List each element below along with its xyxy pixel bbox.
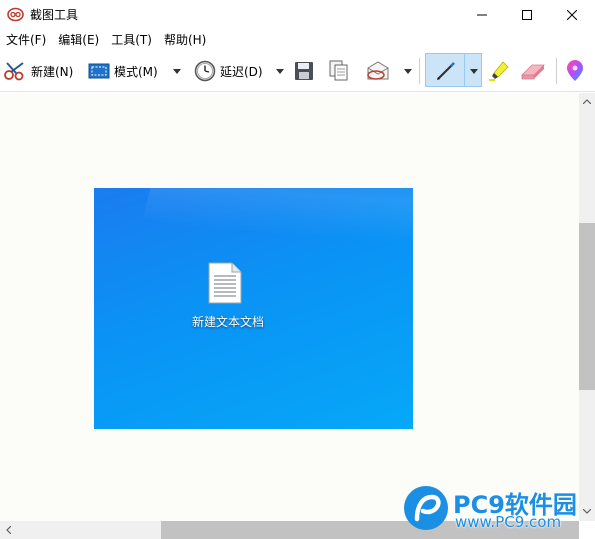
toolbar-separator-2 — [556, 58, 557, 84]
pen-icon — [437, 62, 455, 80]
delay-dropdown-arrow[interactable] — [274, 50, 286, 92]
snip-canvas[interactable]: 新建文本文档 — [0, 93, 579, 521]
paint3d-button[interactable] — [565, 50, 585, 92]
window-title: 截图工具 — [30, 8, 79, 22]
pen-tool-icon-wrap — [434, 50, 458, 92]
text-document-icon — [208, 262, 242, 304]
delay-label: 延迟(D) — [220, 64, 263, 79]
scissors-icon — [4, 62, 24, 81]
toolbar-separator — [419, 58, 420, 84]
mode-dropdown-arrow[interactable] — [171, 50, 183, 92]
new-snip-button[interactable]: 新建(N) — [3, 50, 73, 92]
pc9-logo-icon — [404, 486, 448, 530]
scroll-up-button[interactable] — [579, 93, 595, 109]
chevron-down-icon — [470, 68, 478, 74]
close-button[interactable] — [549, 0, 595, 30]
new-snip-label: 新建(N) — [31, 64, 74, 79]
copy-button[interactable] — [329, 50, 349, 92]
toolbar: 新建(N) 模式(M) 延迟(D) — [0, 50, 595, 92]
highlighter-button[interactable] — [487, 50, 511, 92]
maximize-icon — [522, 10, 532, 20]
minimize-button[interactable] — [459, 0, 505, 30]
eraser-icon — [521, 64, 545, 80]
vertical-scroll-thumb[interactable] — [579, 223, 595, 390]
paint3d-icon — [567, 60, 583, 81]
close-icon — [567, 10, 577, 20]
send-email-icon — [367, 61, 389, 80]
menu-help[interactable]: 帮助(H) — [158, 30, 212, 50]
menu-file[interactable]: 文件(F) — [0, 30, 52, 50]
save-icon — [295, 62, 313, 80]
minimize-icon — [477, 14, 487, 16]
menu-tools[interactable]: 工具(T) — [105, 30, 158, 50]
desktop-light-beam — [143, 188, 413, 315]
menu-edit[interactable]: 编辑(E) — [52, 30, 105, 50]
mode-button[interactable]: 模式(M) — [88, 50, 158, 92]
pen-divider — [464, 53, 465, 87]
chevron-down-icon — [404, 68, 412, 74]
mode-rect-icon — [88, 63, 110, 79]
chevron-up-icon — [583, 98, 591, 104]
send-snip-button[interactable] — [365, 50, 391, 92]
scroll-left-button[interactable] — [0, 521, 16, 539]
pen-dropdown-arrow[interactable] — [468, 50, 480, 92]
save-button[interactable] — [294, 50, 314, 92]
chevron-left-icon — [5, 526, 11, 534]
vertical-scrollbar[interactable] — [579, 93, 595, 521]
chevron-down-icon — [173, 68, 181, 74]
watermark: PC9软件园 www.PC9.com — [403, 485, 593, 535]
send-dropdown-arrow[interactable] — [402, 50, 414, 92]
captured-screenshot: 新建文本文档 — [94, 188, 413, 429]
clock-icon — [194, 60, 216, 82]
delay-button[interactable]: 延迟(D) — [194, 50, 263, 92]
title-bar: 截图工具 — [0, 0, 595, 30]
chevron-down-icon — [276, 68, 284, 74]
menu-bar: 文件(F) 编辑(E) 工具(T) 帮助(H) — [0, 30, 595, 50]
eraser-button[interactable] — [520, 50, 546, 92]
highlighter-icon — [489, 61, 509, 81]
copy-icon — [329, 60, 348, 81]
maximize-button[interactable] — [504, 0, 550, 30]
mode-label: 模式(M) — [114, 64, 158, 79]
watermark-url: www.PC9.com — [455, 513, 562, 531]
desktop-file-label: 新建文本文档 — [191, 315, 264, 329]
snipping-tool-app-icon — [7, 7, 24, 22]
